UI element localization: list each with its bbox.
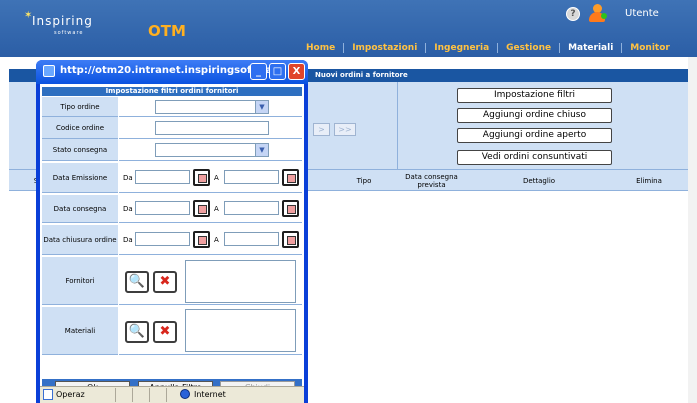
a-label: A: [214, 174, 219, 182]
globe-icon: [180, 389, 190, 399]
popup-statusbar: Operaz Internet: [40, 386, 304, 403]
column-header: Data consegna prevista: [405, 172, 458, 189]
aggiungi-ordine-chiuso-button[interactable]: Aggiungi ordine chiuso: [457, 108, 612, 123]
delete-icon[interactable]: ✖: [153, 271, 177, 293]
status-text: Operaz: [56, 390, 85, 399]
menu-impostazioni[interactable]: Impostazioni: [344, 43, 427, 53]
app-name: OTM: [148, 22, 186, 40]
page-icon: [43, 389, 53, 400]
tipo-ordine-label: Tipo ordine: [42, 97, 118, 117]
column-header: Elimina: [636, 176, 662, 185]
username[interactable]: Utente: [625, 8, 659, 19]
stato-consegna-cell: ▼: [119, 139, 302, 161]
help-icon[interactable]: ?: [566, 7, 580, 21]
tipo-ordine-cell: ▼: [119, 97, 302, 117]
search-icon[interactable]: 🔍: [125, 321, 149, 343]
logo-name: Inspiring: [32, 14, 93, 28]
user-icon[interactable]: [587, 4, 607, 22]
browser-icon: [43, 65, 55, 77]
da-label: Da: [123, 205, 133, 213]
section-title: Nuovi ordini a fornitore: [315, 71, 408, 79]
zone-text: Internet: [194, 390, 226, 399]
a-label: A: [214, 205, 219, 213]
popup-titlebar[interactable]: http://otm20.intranet.inspiringsoftwar..…: [36, 60, 308, 84]
materiali-label: Materiali: [42, 307, 118, 355]
calendar-icon[interactable]: [193, 169, 210, 186]
logo-subtext: software: [54, 30, 84, 36]
stato-consegna-select[interactable]: ▼: [155, 143, 269, 157]
data-consegna-to-input[interactable]: [224, 201, 279, 215]
data-chiusura-label: Data chiusura ordine: [42, 225, 118, 255]
impostazione-filtri-button[interactable]: Impostazione filtri: [457, 88, 612, 103]
popup-content: Impostazione filtri ordini fornitori Tip…: [40, 84, 304, 396]
search-icon[interactable]: 🔍: [125, 271, 149, 293]
tipo-ordine-select[interactable]: ▼: [155, 100, 269, 114]
calendar-icon[interactable]: [282, 169, 299, 186]
filter-popup-window: http://otm20.intranet.inspiringsoftwar..…: [36, 60, 308, 403]
data-emissione-label: Data Emissione: [42, 163, 118, 193]
materiali-list[interactable]: [185, 309, 296, 352]
next-page-button[interactable]: >: [313, 123, 330, 136]
calendar-icon[interactable]: [193, 200, 210, 217]
fornitori-list[interactable]: [185, 260, 296, 303]
data-chiusura-from-input[interactable]: [135, 232, 190, 246]
page-edge: [688, 57, 697, 403]
column-header: Dettaglio: [522, 176, 556, 185]
menu-monitor[interactable]: Monitor: [622, 43, 678, 53]
menu-materiali[interactable]: Materiali: [560, 43, 623, 53]
chevron-down-icon[interactable]: ▼: [255, 144, 268, 156]
status-divider: [132, 388, 133, 402]
calendar-icon[interactable]: [282, 200, 299, 217]
maximize-button[interactable]: □: [269, 63, 286, 80]
status-divider: [149, 388, 150, 402]
menu-home[interactable]: Home: [298, 43, 345, 53]
data-emissione-from-input[interactable]: [135, 170, 190, 184]
vedi-ordini-consuntivati-button[interactable]: Vedi ordini consuntivati: [457, 150, 612, 165]
stato-consegna-label: Stato consegna: [42, 139, 118, 161]
data-emissione-to-input[interactable]: [224, 170, 279, 184]
close-window-button[interactable]: X: [288, 63, 305, 80]
codice-ordine-input[interactable]: [155, 121, 269, 135]
da-label: Da: [123, 236, 133, 244]
app-header: ✶ Inspiring software OTM ? Utente Home I…: [0, 0, 697, 57]
calendar-icon[interactable]: [282, 231, 299, 248]
data-chiusura-to-input[interactable]: [224, 232, 279, 246]
calendar-icon[interactable]: [193, 231, 210, 248]
data-chiusura-cell: Da A: [119, 225, 302, 255]
menu-gestione[interactable]: Gestione: [498, 43, 561, 53]
data-consegna-label: Data consegna: [42, 195, 118, 223]
codice-ordine-cell: [119, 117, 302, 139]
status-divider: [115, 388, 116, 402]
materiali-cell: 🔍 ✖: [119, 307, 302, 355]
data-emissione-cell: Da A: [119, 163, 302, 193]
data-consegna-from-input[interactable]: [135, 201, 190, 215]
fornitori-label: Fornitori: [42, 257, 118, 305]
da-label: Da: [123, 174, 133, 182]
a-label: A: [214, 236, 219, 244]
delete-icon[interactable]: ✖: [153, 321, 177, 343]
data-consegna-cell: Da A: [119, 195, 302, 223]
codice-ordine-label: Codice ordine: [42, 117, 118, 139]
main-menu: Home Impostazioni Ingegneria Gestione Ma…: [298, 41, 678, 55]
filters-title: Impostazione filtri ordini fornitori: [42, 87, 302, 96]
aggiungi-ordine-aperto-button[interactable]: Aggiungi ordine aperto: [457, 128, 612, 143]
panel-divider: [397, 82, 398, 170]
inspiring-logo: ✶ Inspiring software: [24, 10, 108, 44]
menu-ingegneria[interactable]: Ingegneria: [426, 43, 499, 53]
minimize-button[interactable]: _: [250, 63, 267, 80]
chevron-down-icon[interactable]: ▼: [255, 101, 268, 113]
fornitori-cell: 🔍 ✖: [119, 257, 302, 305]
status-divider: [166, 388, 167, 402]
last-page-button[interactable]: >>: [334, 123, 356, 136]
